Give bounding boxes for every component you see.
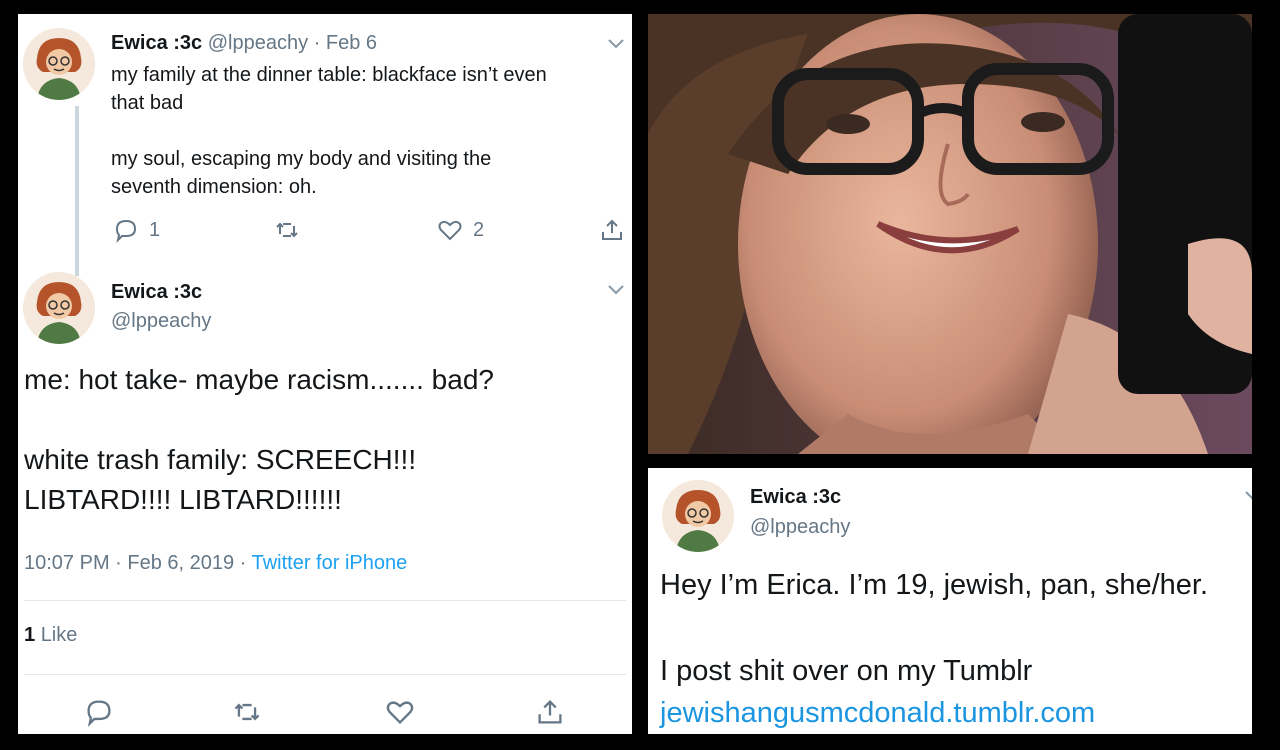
handle[interactable]: @lppeachy <box>208 32 308 54</box>
separator: · <box>313 32 321 54</box>
share-icon <box>602 219 622 240</box>
selfie-photo-image <box>648 14 1252 454</box>
reply-count: 1 <box>149 218 161 241</box>
tweet-text: Hey I’m Erica. I’m 19, jewish, pan, she/… <box>660 569 1208 687</box>
chevron-down-icon[interactable] <box>1244 490 1252 502</box>
retweet-button[interactable] <box>232 697 262 727</box>
avatar-illustration-icon <box>23 272 95 344</box>
avatar[interactable] <box>23 28 95 100</box>
tweet-text: me: hot take- maybe racism....... bad? w… <box>24 364 494 515</box>
handle[interactable]: @lppeachy <box>750 516 850 539</box>
share-icon <box>538 699 562 724</box>
tweet-timestamp: 10:07 PM · Feb 6, 2019 · Twitter for iPh… <box>24 552 407 575</box>
likes-count: 1 <box>24 624 36 646</box>
avatar[interactable] <box>23 272 95 344</box>
likes-summary[interactable]: 1 Like <box>24 624 77 647</box>
likes-label: Like <box>40 624 78 646</box>
avatar[interactable] <box>662 480 734 552</box>
avatar-illustration-icon <box>662 480 734 552</box>
tweet-header: Ewica :3c @lppeachy · Feb 6 <box>111 32 377 55</box>
right-tweet-panel: Ewica :3c @lppeachy Hey I’m Erica. I’m 1… <box>648 468 1252 734</box>
avatar-illustration-icon <box>23 28 95 100</box>
tweet-date[interactable]: Feb 6, 2019 <box>127 552 234 574</box>
share-button[interactable] <box>599 217 625 243</box>
display-name[interactable]: Ewica :3c <box>111 281 202 304</box>
selfie-photo <box>648 14 1252 454</box>
tweet-source-link[interactable]: Twitter for iPhone <box>252 552 408 574</box>
separator: · <box>239 552 247 574</box>
like-count: 2 <box>473 218 485 241</box>
share-button[interactable] <box>535 697 565 727</box>
retweet-button[interactable] <box>274 217 300 243</box>
reply-button[interactable]: 1 <box>113 217 160 243</box>
like-icon <box>438 220 462 241</box>
tweet-date[interactable]: Feb 6 <box>326 32 377 54</box>
reply-icon <box>87 700 111 727</box>
display-name[interactable]: Ewica :3c <box>111 32 202 54</box>
thread-line <box>75 106 79 276</box>
left-tweet-panel: Ewica :3c @lppeachy · Feb 6 my family at… <box>18 14 632 734</box>
reply-icon <box>115 219 137 243</box>
retweet-icon <box>276 222 298 238</box>
chevron-down-icon[interactable] <box>607 284 625 296</box>
retweet-icon <box>234 703 260 721</box>
handle[interactable]: @lppeachy <box>111 310 211 333</box>
display-name[interactable]: Ewica :3c <box>750 486 841 509</box>
divider <box>24 674 626 675</box>
like-button[interactable]: 2 <box>437 217 484 243</box>
separator: · <box>115 552 122 574</box>
like-icon <box>386 701 414 725</box>
reply-button[interactable] <box>84 697 114 727</box>
divider <box>24 600 626 601</box>
like-button[interactable] <box>385 697 415 727</box>
tumblr-link[interactable]: jewishangusmcdonald.tumblr.com <box>660 693 1095 733</box>
tweet-time[interactable]: 10:07 PM <box>24 552 110 574</box>
chevron-down-icon[interactable] <box>607 38 625 50</box>
tweet-text: my family at the dinner table: blackface… <box>111 64 547 198</box>
